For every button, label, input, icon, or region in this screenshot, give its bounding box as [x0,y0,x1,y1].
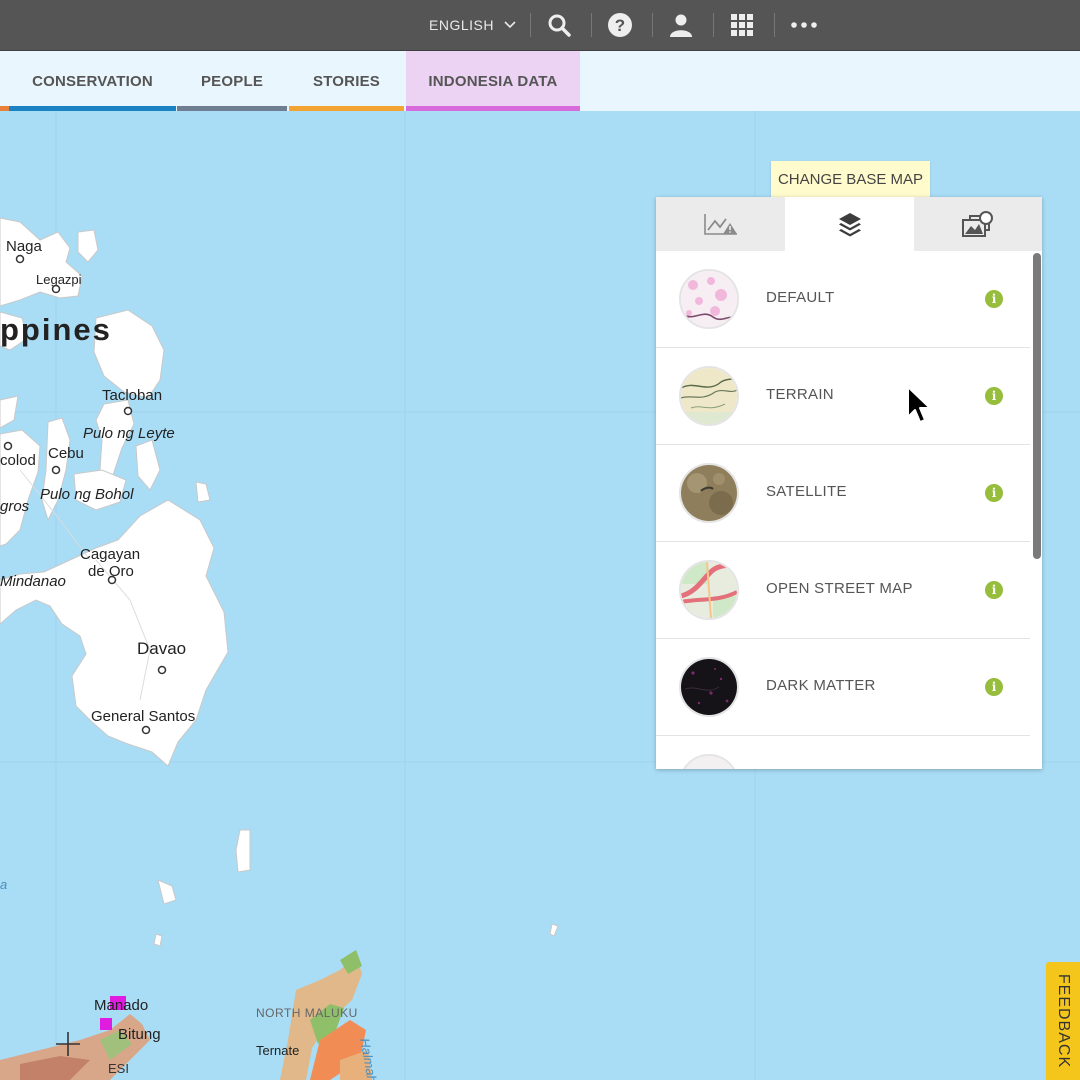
basemap-label: OPEN STREET MAP [766,580,913,597]
search-icon [548,14,571,37]
more-button[interactable] [784,0,824,50]
place-label: Pulo ng Leyte [83,425,175,442]
section-nav: CONSERVATION PEOPLE STORIES INDONESIA DA… [0,51,1080,111]
search-button[interactable] [540,0,578,50]
tab-stories[interactable]: STORIES [289,51,404,111]
region-label: NORTH MALUKU [256,1006,358,1020]
tab-previous-partial[interactable] [0,51,9,111]
language-selector[interactable]: ENGLISH [420,0,525,50]
mouse-cursor-icon [906,385,932,432]
tab-label: CONSERVATION [32,72,153,90]
divider [652,13,653,37]
info-icon[interactable]: i [985,678,1003,696]
tab-overlays[interactable] [914,197,1042,251]
tab-people[interactable]: PEOPLE [177,51,287,111]
place-label: gros [0,498,30,515]
more-icon [791,22,817,28]
basemap-label: DEFAULT [766,289,835,306]
place-label: Tacloban [102,387,163,404]
top-bar: ENGLISH ? [0,0,1080,51]
basemap-thumbnail [679,657,739,717]
help-button[interactable]: ? [601,0,639,50]
basemap-option-dark-matter[interactable]: DARK MATTER i [656,639,1030,736]
place-label: colod [0,452,36,469]
tab-indonesia-data[interactable]: INDONESIA DATA [406,51,580,111]
tooltip-text: CHANGE BASE MAP [777,170,924,188]
divider [530,13,531,37]
divider [774,13,775,37]
chart-alert-icon [703,214,737,235]
language-label: ENGLISH [429,17,494,33]
place-label: Bitung [118,1026,161,1043]
place-label: de Oro [88,563,134,580]
place-label: Ternate [256,1043,300,1058]
tab-label: STORIES [313,72,380,90]
basemap-label: DARK MATTER [766,677,876,694]
basemap-thumbnail [679,366,739,426]
place-label: Cagayan [80,546,141,563]
account-button[interactable] [662,0,700,50]
feedback-tab[interactable]: FEEDBACK [1046,962,1080,1080]
layers-icon [838,213,861,237]
place-label: Mindanao [0,573,66,590]
divider [713,13,714,37]
country-label: ppines [0,312,112,347]
image-stack-icon [962,211,993,237]
place-label: Naga [6,238,42,255]
basemap-option-open-street-map[interactable]: OPEN STREET MAP i [656,542,1030,639]
tab-basemap-layers[interactable] [785,197,914,251]
basemap-panel: DEFAULT i TERRAIN i SATELLITE i OPEN STR… [656,197,1042,769]
tab-analysis[interactable] [656,197,785,251]
place-label: Davao [137,639,187,658]
basemap-option-satellite[interactable]: SATELLITE i [656,445,1030,542]
tab-label: PEOPLE [200,72,264,90]
feedback-label: FEEDBACK [1055,973,1072,1069]
basemap-option-default[interactable]: DEFAULT i [656,251,1030,348]
basemap-thumbnail [679,754,739,769]
region-label: ESI [108,1061,129,1076]
basemap-thumbnail [679,560,739,620]
apps-grid-icon [731,14,753,36]
place-label: Manado [94,997,149,1014]
divider [591,13,592,37]
help-icon: ? [608,13,632,37]
basemap-thumbnail [679,269,739,329]
basemap-option-next[interactable] [656,736,1030,769]
basemap-label: TERRAIN [766,386,834,403]
panel-tabs [656,197,1042,251]
basemap-label: SATELLITE [766,483,847,500]
info-icon[interactable]: i [985,290,1003,308]
tab-conservation[interactable]: CONSERVATION [9,51,176,111]
info-icon[interactable]: i [985,484,1003,502]
chevron-down-icon [504,21,516,29]
svg-text:?: ? [615,16,625,35]
basemap-option-terrain[interactable]: TERRAIN i [656,348,1030,445]
user-icon [670,14,692,37]
place-label: General Santos [91,708,196,725]
place-label: Pulo ng Bohol [40,486,134,503]
info-icon[interactable]: i [985,387,1003,405]
basemap-list: DEFAULT i TERRAIN i SATELLITE i OPEN STR… [656,251,1030,769]
basemap-thumbnail [679,463,739,523]
place-label: Cebu [48,445,84,462]
apps-button[interactable] [723,0,761,50]
place-label: Legazpi [36,272,82,287]
sea-label: a [0,877,8,892]
scrollbar-thumb[interactable] [1033,253,1041,559]
info-icon[interactable]: i [985,581,1003,599]
tab-label: INDONESIA DATA [428,72,558,90]
change-base-map-tooltip: CHANGE BASE MAP [771,161,930,204]
